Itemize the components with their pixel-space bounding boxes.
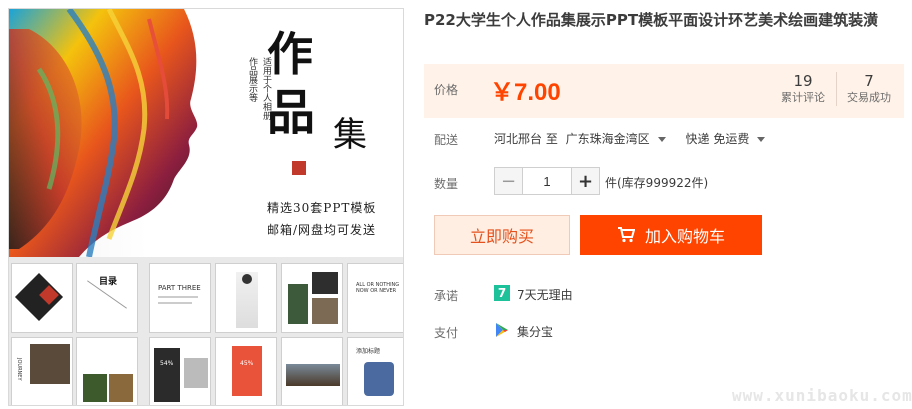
watermark: www.xunibaoku.com — [732, 386, 912, 405]
shipping-destination: 广东珠海金湾区 — [565, 132, 650, 146]
thumb-slide: ALL OR NOTHING NOW OR NEVER — [347, 263, 403, 333]
deals-label: 交易成功 — [847, 91, 891, 104]
reviews-count: 19 — [793, 72, 813, 90]
thumb-slide: 45% — [215, 337, 277, 405]
stock-info: 件(库存999922件) — [605, 176, 709, 190]
deals-stat: 7 交易成功 — [836, 72, 902, 106]
colorful-face-illustration — [9, 9, 198, 257]
payment-text[interactable]: 集分宝 — [517, 323, 553, 340]
shipping-method-select[interactable]: 快递 免运费 — [686, 132, 778, 146]
quantity-increase-button[interactable]: + — [571, 168, 599, 194]
product-title: P22大学生个人作品集展示PPT模板平面设计环艺美术绘画建筑装潢 — [424, 11, 879, 29]
hero-caption-2: 邮箱/网盘均可发送 — [267, 223, 377, 237]
add-to-cart-button[interactable]: 加入购物车 — [580, 215, 762, 255]
thumb-slide — [281, 337, 343, 405]
reviews-stat[interactable]: 19 累计评论 — [770, 72, 837, 106]
thumb-slide: 添加标题 — [347, 337, 403, 405]
thumb-toc-label: 目录 — [99, 277, 118, 287]
template-thumbnails: 目录 PART THREE ALL OR NOTHING NOW OR NEVE… — [9, 257, 403, 405]
quantity-label: 数量 — [434, 177, 459, 191]
price-value: ￥7.00 — [490, 79, 561, 106]
thumb-54-label: 54% — [160, 360, 174, 367]
shipping-method: 快递 免运费 — [685, 132, 750, 146]
cart-icon — [617, 227, 635, 243]
shipping-destination-select[interactable]: 广东珠海金湾区 — [566, 132, 678, 146]
payment-label: 支付 — [434, 326, 459, 340]
jifenbao-icon — [496, 323, 508, 337]
chevron-down-icon — [657, 137, 666, 142]
quantity-input[interactable] — [523, 168, 571, 194]
thumb-journey-label: JOURNEY — [16, 358, 22, 381]
thumb-slide — [215, 263, 277, 333]
deals-count: 7 — [864, 72, 874, 90]
price-label: 价格 — [434, 83, 459, 97]
quantity-stepper: − + — [494, 167, 600, 195]
hero-title-char-3: 集 — [333, 115, 367, 155]
product-main-image: 适用于个人相册 作品展示等 作 品 集 精选30套PPT模板 邮箱/网盘均可发送… — [8, 8, 404, 406]
reviews-label: 累计评论 — [781, 91, 825, 104]
thumb-slide — [281, 263, 343, 333]
hero-caption-1: 精选30套PPT模板 — [267, 201, 377, 215]
hero-vertical-text-2: 作品展示等 — [247, 57, 257, 102]
hero-title-char-1: 作 — [267, 27, 313, 81]
price-panel: 价格 ￥7.00 19 累计评论 7 交易成功 — [424, 64, 904, 118]
shipping-info: 河北邢台 至 广东珠海金湾区 快递 免运费 — [494, 130, 781, 147]
hero-title-char-2: 品 — [267, 85, 316, 141]
thumb-all-label: ALL OR NOTHING NOW OR NEVER — [356, 282, 400, 294]
shipping-from: 河北邢台 至 — [494, 132, 558, 146]
thumb-slide: JOURNEY — [11, 337, 73, 405]
shipping-label: 配送 — [434, 133, 459, 147]
thumb-slide: 目录 — [76, 263, 138, 333]
thumb-slide: PART THREE — [149, 263, 211, 333]
seven-day-return-icon: 7 — [494, 285, 510, 301]
quantity-decrease-button[interactable]: − — [495, 168, 523, 194]
promise-label: 承诺 — [434, 289, 459, 303]
promise-text[interactable]: 7天无理由 — [517, 286, 573, 303]
hero-image: 适用于个人相册 作品展示等 作 品 集 精选30套PPT模板 邮箱/网盘均可发送 — [9, 9, 403, 257]
thumb-45-label: 45% — [240, 360, 254, 367]
buy-now-button[interactable]: 立即购买 — [434, 215, 570, 255]
thumb-slide — [11, 263, 73, 333]
chevron-down-icon — [757, 137, 766, 142]
thumb-add-label: 添加标题 — [356, 348, 381, 355]
thumb-part-label: PART THREE — [158, 284, 201, 292]
thumb-slide: 54% — [149, 337, 211, 405]
add-to-cart-label: 加入购物车 — [644, 227, 725, 246]
seal-stamp — [292, 161, 306, 175]
thumb-slide — [76, 337, 138, 405]
